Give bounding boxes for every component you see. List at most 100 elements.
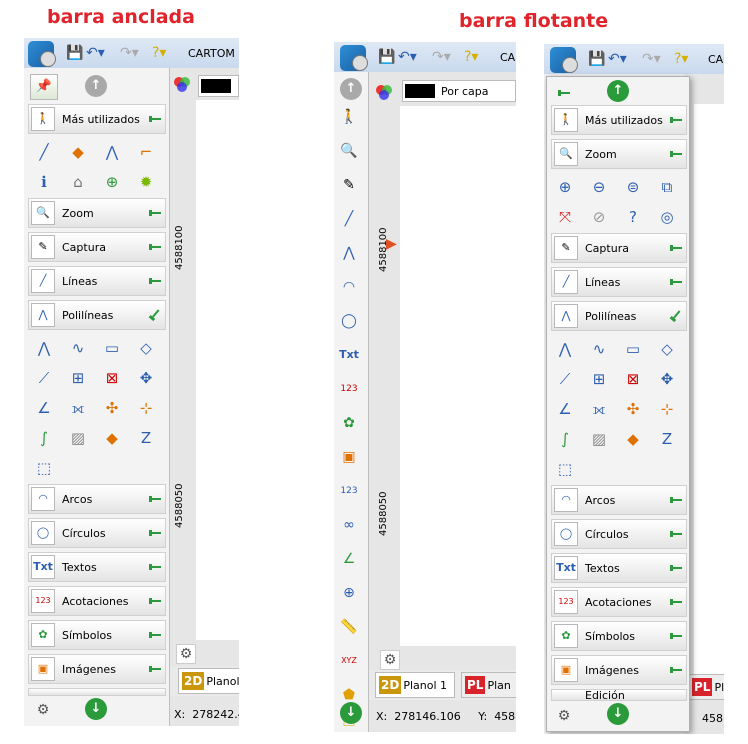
drawing-canvas[interactable] [694, 104, 724, 684]
pin-icon[interactable] [669, 309, 682, 323]
polyline-move-icon[interactable]: ⟋ [551, 365, 579, 393]
pin-icon[interactable] [669, 245, 682, 251]
canvas-settings-icon[interactable]: ⚙ [176, 644, 196, 664]
redo-icon[interactable]: ↷▾ [642, 52, 661, 66]
group-zoom[interactable]: 🔍 Zoom [28, 198, 166, 228]
help-icon[interactable]: ?▾ [674, 52, 688, 66]
group-circles[interactable]: ◯ Círculos [551, 519, 687, 549]
polyline-move-icon[interactable]: ⟋ [30, 364, 58, 392]
xyz-icon[interactable]: XYZ [334, 646, 364, 676]
erase-tool-icon[interactable]: ◆ [64, 138, 92, 166]
zoom-in-icon[interactable]: ⊕ [551, 173, 579, 201]
help-icon[interactable]: ?▾ [464, 50, 478, 64]
symbol-icon[interactable]: ✿ [334, 408, 364, 438]
image-icon[interactable]: ▣ [334, 442, 364, 472]
canvas-settings-icon[interactable]: ⚙ [380, 650, 400, 670]
group-symbols[interactable]: ✿ Símbolos [28, 620, 166, 650]
polyline-scale-icon[interactable]: ⟗ [64, 394, 92, 422]
undo-icon[interactable]: ↶▾ [86, 46, 105, 60]
spline-icon[interactable]: ∫ [30, 424, 58, 452]
save-icon[interactable]: 💾 [588, 52, 605, 66]
info-tool-icon[interactable]: ℹ [30, 168, 58, 196]
group-circles[interactable]: ◯ Círculos [28, 518, 166, 548]
scroll-up-button[interactable]: ↑ [340, 78, 362, 100]
freehand-icon[interactable]: ∿ [64, 334, 92, 362]
group-most-used[interactable]: 🚶 Más utilizados [551, 105, 687, 135]
pin-icon[interactable] [148, 496, 161, 502]
scroll-up-button[interactable]: ↑ [85, 75, 107, 97]
line-tool-icon[interactable]: ╱ [30, 138, 58, 166]
polyline-z-icon[interactable]: Z [132, 424, 160, 452]
walkers-icon[interactable]: 🚶 [334, 102, 364, 132]
line-icon[interactable]: ╱ [334, 204, 364, 234]
pin-icon[interactable] [551, 79, 575, 107]
curve-icon[interactable]: ∠ [334, 544, 364, 574]
rectangle-icon[interactable]: ▭ [619, 335, 647, 363]
measure-icon[interactable]: 📏 [334, 612, 364, 642]
pin-icon[interactable] [669, 497, 682, 503]
scroll-down-button[interactable]: ↓ [85, 698, 107, 720]
polyline-add-icon[interactable]: ⋀ [98, 138, 126, 166]
rhombus-icon[interactable]: ◇ [132, 334, 160, 362]
polyline-new-icon[interactable]: ⋀ [551, 335, 579, 363]
pin-icon[interactable] [669, 151, 682, 157]
group-edition-partial[interactable] [28, 688, 166, 696]
pin-toolbar-icon[interactable]: 📌 [30, 74, 58, 100]
pin-icon[interactable] [669, 633, 682, 639]
pin-icon[interactable] [669, 667, 682, 673]
plot-tool-icon[interactable]: ⌂ [64, 168, 92, 196]
settings-gear-icon[interactable]: ⚙ [555, 707, 573, 725]
polyline-plus-icon[interactable]: ⊞ [64, 364, 92, 392]
group-edition[interactable]: Edición [551, 689, 687, 701]
pin-icon[interactable] [669, 279, 682, 285]
polyline-drag-icon[interactable]: ✥ [132, 364, 160, 392]
vertex-insert-icon[interactable]: ⊹ [132, 394, 160, 422]
app-logo-icon[interactable] [340, 45, 368, 71]
pin-icon[interactable] [669, 117, 682, 123]
cube-icon[interactable]: ⬚ [551, 455, 579, 483]
pin-icon[interactable] [148, 530, 161, 536]
tab-planol[interactable]: 2D Planol [178, 668, 239, 694]
pin-icon[interactable] [148, 116, 161, 122]
redo-icon[interactable]: ↷▾ [432, 50, 451, 64]
group-dimensions[interactable]: 123 Acotaciones [551, 587, 687, 617]
polyline-erase-icon[interactable]: ◆ [98, 424, 126, 452]
rectangle-icon[interactable]: ▭ [98, 334, 126, 362]
color-picker-icon[interactable] [374, 82, 394, 102]
dimension-icon[interactable]: 123 [334, 374, 364, 404]
group-texts[interactable]: Txt Textos [28, 552, 166, 582]
symbol-grid-icon[interactable]: ⊕ [98, 168, 126, 196]
pin-icon[interactable] [148, 308, 161, 322]
pin-icon[interactable] [148, 632, 161, 638]
color-picker-icon[interactable] [172, 74, 192, 94]
hatch-icon[interactable]: ▨ [64, 424, 92, 452]
group-images[interactable]: ▣ Imágenes [28, 654, 166, 684]
undo-icon[interactable]: ↶▾ [608, 52, 627, 66]
pin-icon[interactable] [669, 565, 682, 571]
polyline-scale-icon[interactable]: ⟗ [585, 395, 613, 423]
group-symbols[interactable]: ✿ Símbolos [551, 621, 687, 651]
group-arcs[interactable]: ◠ Arcos [28, 484, 166, 514]
zoom-out-icon[interactable]: ⊖ [585, 173, 613, 201]
rhombus-icon[interactable]: ◇ [653, 335, 681, 363]
zoom-extents-icon[interactable]: ⤧ [551, 203, 579, 231]
group-capture[interactable]: ✎ Captura [28, 232, 166, 262]
drawing-canvas[interactable] [400, 106, 516, 646]
scroll-down-button[interactable]: ↓ [340, 702, 362, 724]
polyline-delete-icon[interactable]: ⊠ [98, 364, 126, 392]
hatch-icon[interactable]: ▨ [585, 425, 613, 453]
tab-planol-2[interactable]: PLPla [688, 674, 724, 700]
parallel-icon[interactable]: ∞ [334, 510, 364, 540]
zoom-previous-icon[interactable]: ⊘ [585, 203, 613, 231]
zoom-equal-icon[interactable]: ⊜ [619, 173, 647, 201]
spline-icon[interactable]: ∫ [551, 425, 579, 453]
polyline-delete-icon[interactable]: ⊠ [619, 365, 647, 393]
vertex-move-icon[interactable]: ✣ [619, 395, 647, 423]
arc-icon[interactable]: ◠ [334, 272, 364, 302]
edit-icon[interactable]: 123 [334, 476, 364, 506]
group-dimensions[interactable]: 123 Acotaciones [28, 586, 166, 616]
redo-icon[interactable]: ↷▾ [120, 46, 139, 60]
group-images[interactable]: ▣ Imágenes [551, 655, 687, 685]
polyline-angle-icon[interactable]: ∠ [551, 395, 579, 423]
pin-icon[interactable] [148, 598, 161, 604]
